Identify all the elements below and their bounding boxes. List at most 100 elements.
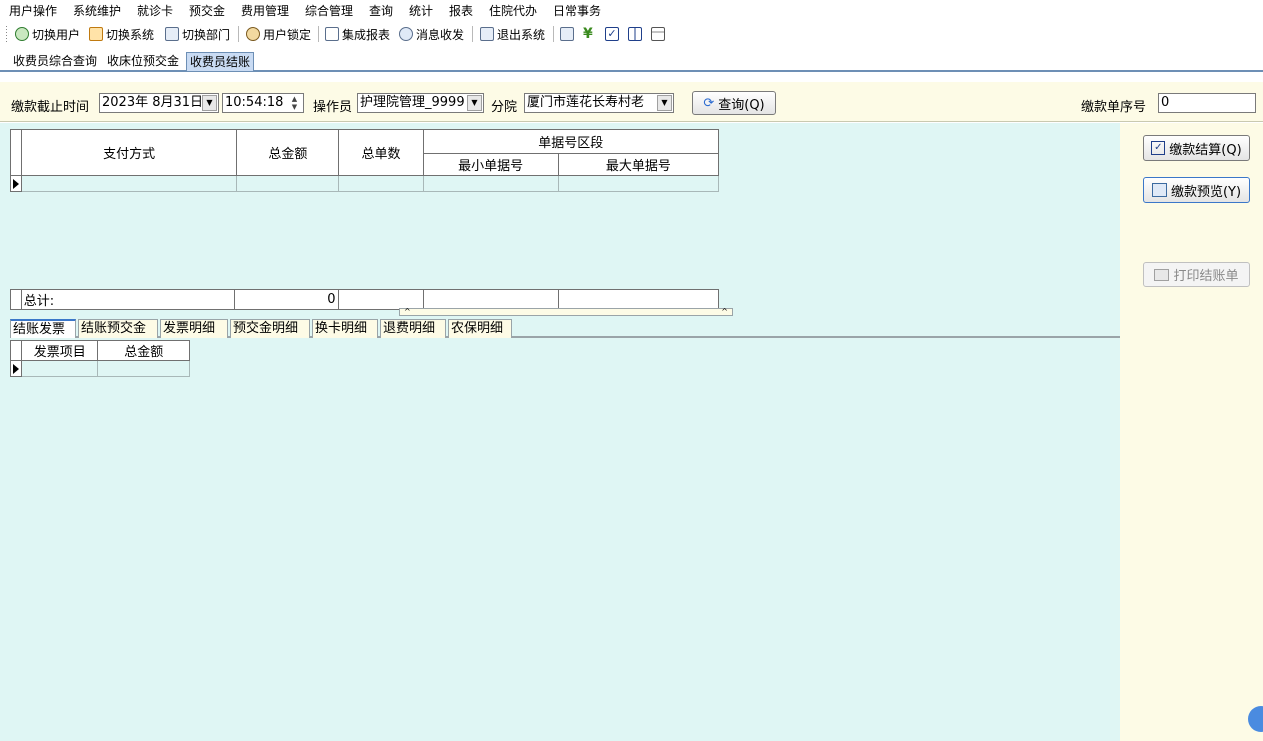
- table-cell[interactable]: [557, 175, 720, 192]
- table-row[interactable]: [9, 360, 190, 377]
- row-indicator[interactable]: [10, 175, 22, 192]
- window-tool-button[interactable]: [651, 25, 665, 43]
- integrated-report-button[interactable]: 集成报表: [325, 25, 390, 43]
- table-cell[interactable]: [21, 360, 99, 377]
- user-lock-icon: [246, 27, 260, 41]
- menu-system-maint[interactable]: 系统维护: [73, 2, 121, 19]
- columns-tool-button[interactable]: [628, 25, 642, 43]
- menu-query[interactable]: 查询: [369, 2, 393, 19]
- toolbar-grip[interactable]: [6, 26, 7, 42]
- menu-fee-mgmt[interactable]: 费用管理: [241, 2, 289, 19]
- toolbar-separator: [472, 26, 473, 42]
- collapse-up-icon[interactable]: ^: [404, 308, 411, 316]
- table-cell[interactable]: [236, 175, 340, 192]
- tab-cashier-query[interactable]: 收费员综合查询: [10, 52, 100, 70]
- lock-user-label: 用户锁定: [263, 27, 312, 42]
- tab-refund-detail[interactable]: 退费明细: [380, 319, 446, 338]
- main-area: [0, 123, 1120, 741]
- tab-card-change-detail[interactable]: 换卡明细: [312, 319, 378, 338]
- columns-icon: [628, 27, 642, 41]
- col-header-max-no[interactable]: 最大单据号: [557, 153, 720, 176]
- tab-invoice-detail[interactable]: 发票明细: [160, 319, 228, 338]
- row-indicator[interactable]: [9, 360, 23, 377]
- col-header-total-count[interactable]: 总单数: [338, 129, 424, 176]
- action-panel: ✓ 缴款结算(Q) 缴款预览(Y) 打印结账单: [1120, 123, 1263, 741]
- deadline-label: 缴款截止时间: [11, 100, 90, 115]
- serial-value: 0: [1161, 95, 1170, 110]
- yen-icon: ¥: [583, 26, 593, 42]
- spinner-arrows-icon[interactable]: ▲ ▼: [287, 95, 302, 111]
- chevron-down-icon[interactable]: ▼: [657, 95, 672, 111]
- tab-bed-prepay[interactable]: 收床位预交金: [104, 52, 182, 70]
- serial-label: 缴款单序号: [1081, 100, 1147, 115]
- settle-button[interactable]: ✓ 缴款结算(Q): [1143, 135, 1250, 161]
- grid-corner: [10, 129, 22, 176]
- integrated-report-label: 集成报表: [342, 27, 391, 42]
- check-tool-button[interactable]: ✓: [605, 25, 619, 43]
- report-icon: [325, 27, 339, 41]
- switch-system-icon: [89, 27, 103, 41]
- col-header-total-amount[interactable]: 总金额: [236, 129, 340, 176]
- time-field[interactable]: 10:54:18 ▲ ▼: [222, 93, 304, 113]
- col-header-invoice-item[interactable]: 发票项目: [21, 340, 99, 361]
- printer-icon: [1154, 268, 1170, 281]
- total-amount: 0: [234, 289, 339, 310]
- preview-icon: [1151, 183, 1167, 197]
- switch-user-button[interactable]: 切换用户: [15, 25, 80, 43]
- menu-general-mgmt[interactable]: 综合管理: [305, 2, 353, 19]
- info-icon: [399, 27, 413, 41]
- col-header-invoice-amount[interactable]: 总金额: [97, 340, 190, 361]
- menu-statistics[interactable]: 统计: [409, 2, 433, 19]
- menu-daily-affairs[interactable]: 日常事务: [553, 2, 601, 19]
- serial-input[interactable]: 0: [1158, 93, 1256, 113]
- col-header-min-no[interactable]: 最小单据号: [422, 153, 559, 176]
- preview-button[interactable]: 缴款预览(Y): [1143, 177, 1250, 203]
- table-cell[interactable]: [422, 175, 559, 192]
- tab-settlement-prepay[interactable]: 结账预交金: [78, 319, 158, 338]
- total-row: 总计: 0: [10, 289, 719, 310]
- collapse-up-icon[interactable]: ^: [721, 308, 728, 316]
- menu-reports[interactable]: 报表: [449, 2, 473, 19]
- department-icon: [165, 27, 179, 41]
- time-value: 10:54:18: [225, 95, 284, 110]
- menu-visit-card[interactable]: 就诊卡: [137, 2, 173, 19]
- menu-inpatient-agent[interactable]: 住院代办: [489, 2, 537, 19]
- col-header-range[interactable]: 单据号区段: [422, 129, 720, 154]
- date-value: 2023年 8月31日: [102, 95, 204, 110]
- users-icon: [15, 27, 29, 41]
- messages-button[interactable]: 消息收发: [399, 25, 464, 43]
- menu-prepay[interactable]: 预交金: [189, 2, 225, 19]
- tab-cashier-settlement[interactable]: 收费员结账: [186, 52, 255, 71]
- chevron-down-icon[interactable]: ▼: [202, 95, 217, 111]
- table-cell[interactable]: [97, 360, 190, 377]
- tab-rural-insurance-detail[interactable]: 农保明细: [448, 319, 512, 338]
- lock-user-button[interactable]: 用户锁定: [246, 25, 311, 43]
- branch-select[interactable]: 厦门市莲花长寿村老 ▼: [524, 93, 674, 113]
- table-row[interactable]: [10, 175, 720, 192]
- toolbar-separator: [238, 26, 239, 42]
- switch-system-label: 切换系统: [106, 27, 155, 42]
- query-button[interactable]: ⟳ 查询(Q): [692, 91, 776, 115]
- current-row-icon: [13, 178, 19, 189]
- table-cell[interactable]: [20, 175, 238, 192]
- edit-tool-button[interactable]: [560, 25, 574, 43]
- exit-system-button[interactable]: 退出系统: [480, 25, 545, 43]
- branch-label: 分院: [491, 100, 518, 115]
- switch-dept-button[interactable]: 切换部门: [165, 25, 230, 43]
- date-picker[interactable]: 2023年 8月31日 ▼: [99, 93, 219, 113]
- toolbar-separator: [318, 26, 319, 42]
- menu-user-ops[interactable]: 用户操作: [9, 2, 57, 19]
- edit-icon: [560, 27, 574, 41]
- splitter-handle[interactable]: ^ ^: [399, 308, 733, 316]
- yen-tool-button[interactable]: ¥: [583, 25, 593, 43]
- total-min: [423, 289, 560, 310]
- switch-system-button[interactable]: 切换系统: [89, 25, 154, 43]
- print-label: 打印结账单: [1173, 269, 1239, 284]
- tab-settlement-invoice[interactable]: 结账发票: [10, 319, 76, 338]
- col-header-payment[interactable]: 支付方式: [20, 129, 238, 176]
- table-cell[interactable]: [338, 175, 424, 192]
- menu-bar: 用户操作 系统维护 就诊卡 预交金 费用管理 综合管理 查询 统计 报表 住院代…: [0, 0, 1263, 20]
- tab-prepay-detail[interactable]: 预交金明细: [230, 319, 310, 338]
- chevron-down-icon[interactable]: ▼: [467, 95, 482, 111]
- operator-select[interactable]: 护理院管理_9999 ▼: [357, 93, 484, 113]
